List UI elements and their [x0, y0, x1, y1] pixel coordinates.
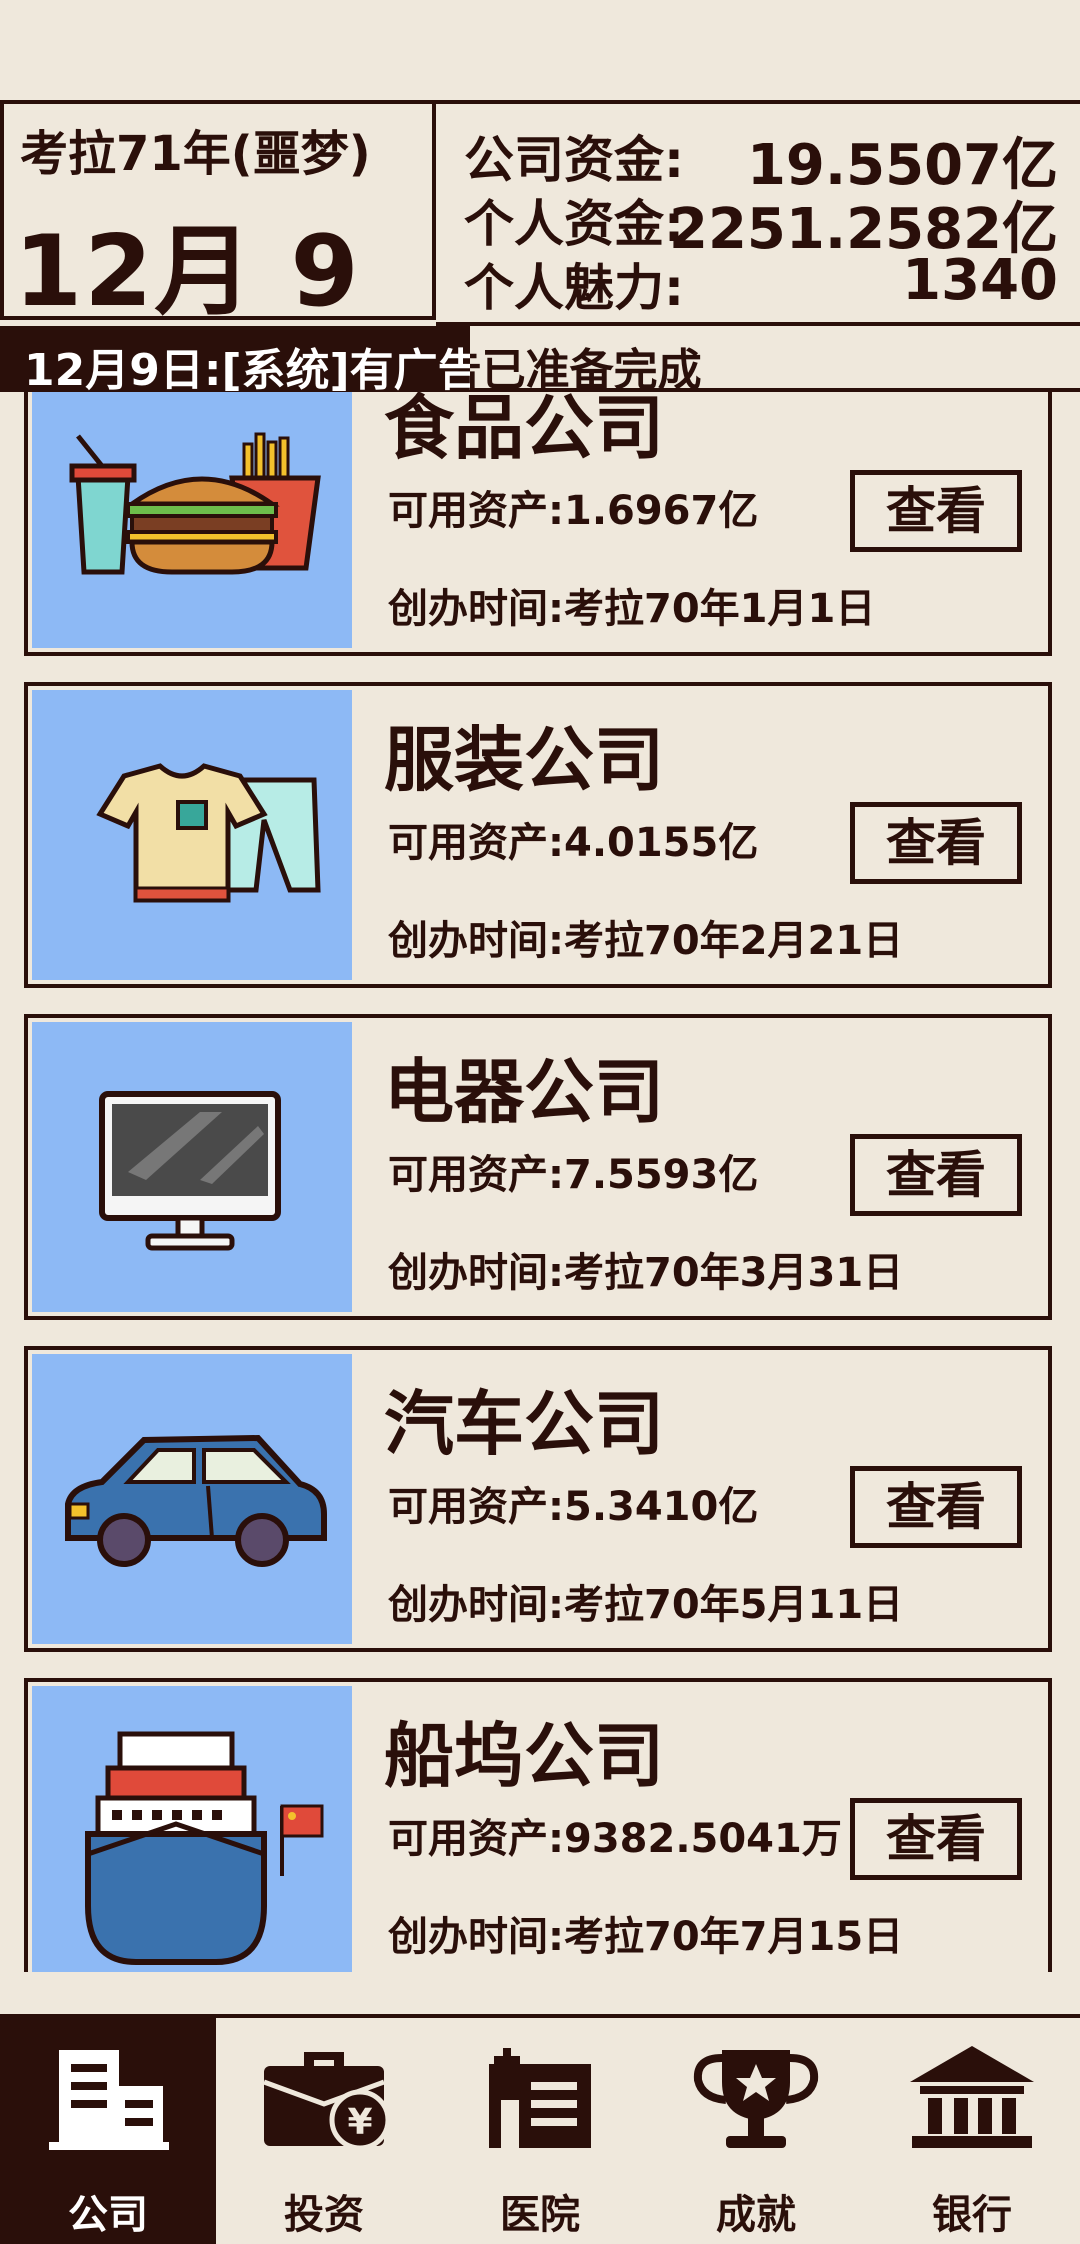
company-card-clothing: 服装公司 可用资产:4.0155亿 创办时间:考拉70年2月21日 查看 [24, 682, 1052, 988]
company-name: 电器公司 [384, 1051, 664, 1133]
company-funds-label: 公司资金: [464, 131, 684, 189]
personal-funds-label: 个人资金: [464, 195, 684, 253]
date-panel: 考拉71年(噩梦) 12月 9 日 [0, 100, 436, 471]
nav-tab-bank[interactable]: 银行 [864, 2018, 1080, 2244]
company-assets: 可用资产:7.5593亿 [388, 1152, 759, 1198]
nav-tab-hospital[interactable]: 医院 [432, 2018, 648, 2244]
ticker-message: 12月9日:[系统]有广告已准备完成 [24, 334, 702, 398]
company-card-food: 食品公司 可用资产:1.6967亿 创办时间:考拉70年1月1日 查看 [24, 392, 1052, 656]
view-button[interactable]: 查看 [850, 802, 1022, 884]
car-icon [65, 1434, 327, 1567]
company-assets: 可用资产:4.0155亿 [388, 820, 759, 866]
company-founded: 创办时间:考拉70年3月31日 [388, 1250, 904, 1296]
company-name: 船坞公司 [384, 1715, 664, 1797]
company-image [32, 1354, 352, 1644]
company-assets: 可用资产:5.3410亿 [388, 1484, 759, 1530]
company-founded: 创办时间:考拉70年2月21日 [388, 918, 904, 964]
company-founded: 创办时间:考拉70年1月1日 [388, 586, 876, 632]
company-assets: 可用资产:1.6967亿 [388, 488, 759, 534]
view-button[interactable]: 查看 [850, 1134, 1022, 1216]
status-header: 考拉71年(噩梦) 12月 9 日 公司资金: 19.5507亿 个人资金: 2… [0, 100, 1080, 471]
personal-funds-row: 个人资金: 2251.2582亿 [464, 184, 1058, 262]
company-image [32, 392, 352, 648]
charisma-label: 个人魅力: [464, 259, 684, 317]
company-image [32, 1686, 352, 1972]
company-image [32, 690, 352, 980]
charisma-value: 1340 [902, 248, 1058, 313]
company-name: 食品公司 [384, 392, 664, 469]
view-button[interactable]: 查看 [850, 470, 1022, 552]
monitor-icon [99, 1091, 281, 1251]
bottom-nav: 公司 ¥ 投资 医院 成就 银行 [0, 2014, 1080, 2244]
funds-panel: 公司资金: 19.5507亿 个人资金: 2251.2582亿 个人魅力: 13… [436, 100, 1080, 326]
company-list[interactable]: 食品公司 可用资产:1.6967亿 创办时间:考拉70年1月1日 查看 服装公司… [0, 392, 1080, 1972]
burger-fries-icon [69, 432, 321, 575]
clothes-icon [96, 763, 321, 903]
company-name: 服装公司 [384, 719, 664, 801]
nav-tab-invest[interactable]: ¥ 投资 [216, 2018, 432, 2244]
nav-label: 银行 [932, 2192, 1012, 2238]
company-funds-row: 公司资金: 19.5507亿 [464, 120, 1058, 198]
nav-tab-achievements[interactable]: 成就 [648, 2018, 864, 2244]
company-card-shipyard: 船坞公司 可用资产:9382.5041万 创办时间:考拉70年7月15日 查看 [24, 1678, 1052, 1972]
news-ticker: 12月9日:[系统]有广告已准备完成 [0, 326, 1080, 396]
building-icon [49, 2050, 169, 2150]
company-founded: 创办时间:考拉70年7月15日 [388, 1914, 904, 1960]
view-button[interactable]: 查看 [850, 1798, 1022, 1880]
charisma-row: 个人魅力: 1340 [464, 248, 1058, 317]
nav-label: 投资 [284, 2192, 364, 2238]
nav-label: 成就 [716, 2192, 796, 2238]
ship-icon [85, 1731, 324, 1965]
svg-text:¥: ¥ [347, 2102, 372, 2143]
view-button[interactable]: 查看 [850, 1466, 1022, 1548]
company-image [32, 1022, 352, 1312]
company-name: 汽车公司 [384, 1383, 664, 1465]
hospital-icon [489, 2048, 591, 2148]
year-label: 考拉71年(噩梦) [20, 126, 371, 182]
nav-label: 医院 [500, 2192, 580, 2238]
trophy-icon [693, 2050, 819, 2148]
company-founded: 创办时间:考拉70年5月11日 [388, 1582, 904, 1628]
nav-tab-company[interactable]: 公司 [0, 2018, 216, 2244]
company-card-electronics: 电器公司 可用资产:7.5593亿 创办时间:考拉70年3月31日 查看 [24, 1014, 1052, 1320]
briefcase-yen-icon: ¥ [263, 2052, 391, 2151]
bank-icon [910, 2046, 1034, 2148]
company-assets: 可用资产:9382.5041万 [388, 1816, 842, 1862]
company-card-auto: 汽车公司 可用资产:5.3410亿 创办时间:考拉70年5月11日 查看 [24, 1346, 1052, 1652]
nav-label: 公司 [68, 2192, 148, 2238]
